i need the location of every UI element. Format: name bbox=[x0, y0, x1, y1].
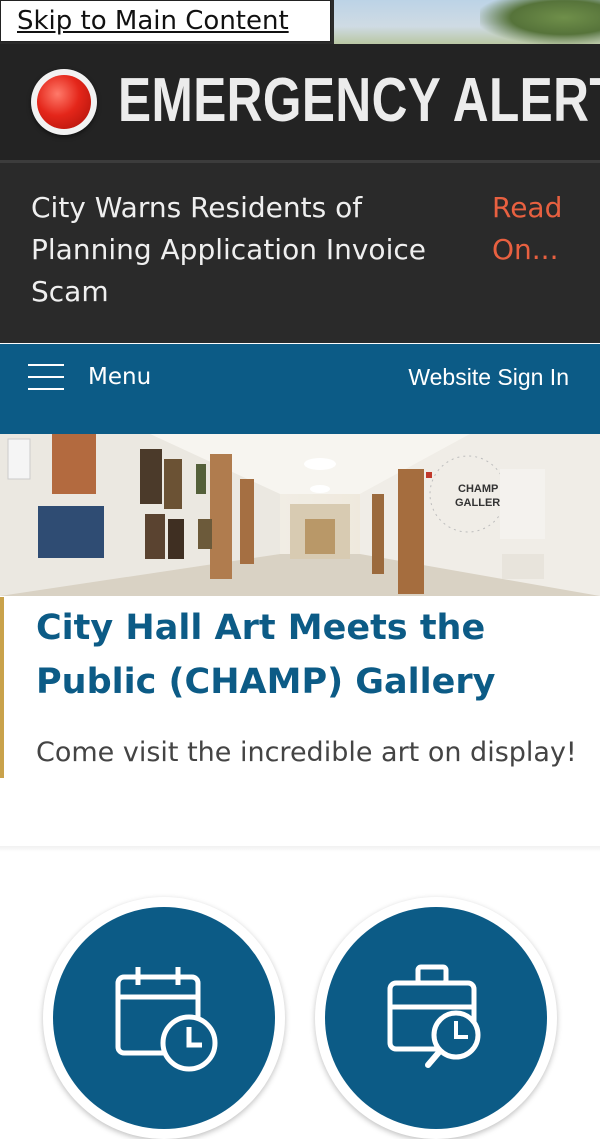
gallery-photo: CHAMP GALLERY bbox=[0, 434, 600, 596]
menu-button[interactable]: Menu bbox=[88, 358, 151, 396]
section-divider bbox=[0, 846, 600, 852]
quick-link-calendar[interactable] bbox=[43, 897, 285, 1139]
featured-title[interactable]: City Hall Art Meets the Public (CHAMP) G… bbox=[36, 601, 596, 709]
briefcase-search-icon bbox=[387, 964, 481, 1068]
top-strip: Skip to Main Content bbox=[0, 0, 600, 44]
featured-news-card[interactable]: City Hall Art Meets the Public (CHAMP) G… bbox=[0, 597, 600, 778]
skip-to-content-link[interactable]: Skip to Main Content bbox=[0, 0, 331, 42]
calendar-clock-icon bbox=[115, 967, 218, 1072]
emergency-alert-banner: EMERGENCY ALERT bbox=[0, 44, 600, 160]
alert-title: EMERGENCY ALERT bbox=[118, 66, 600, 135]
nav-spacer bbox=[0, 409, 600, 434]
featured-subtitle: Come visit the incredible art on display… bbox=[36, 737, 577, 768]
website-sign-in-link[interactable]: Website Sign In bbox=[408, 358, 569, 396]
quick-link-jobs[interactable] bbox=[315, 897, 557, 1139]
alert-message: City Warns Residents of Planning Applica… bbox=[31, 191, 426, 308]
read-on-link[interactable]: Read On... bbox=[492, 187, 587, 271]
main-nav-bar: Menu Website Sign In bbox=[0, 344, 600, 409]
alert-light-icon bbox=[31, 69, 97, 135]
gallery-wall-sign: GALLERY bbox=[455, 497, 508, 509]
alert-message-panel: City Warns Residents of Planning Applica… bbox=[0, 163, 600, 343]
hamburger-icon[interactable] bbox=[28, 364, 64, 390]
gallery-wall-sign: CHAMP bbox=[458, 483, 498, 495]
header-photo-trees bbox=[480, 0, 600, 44]
